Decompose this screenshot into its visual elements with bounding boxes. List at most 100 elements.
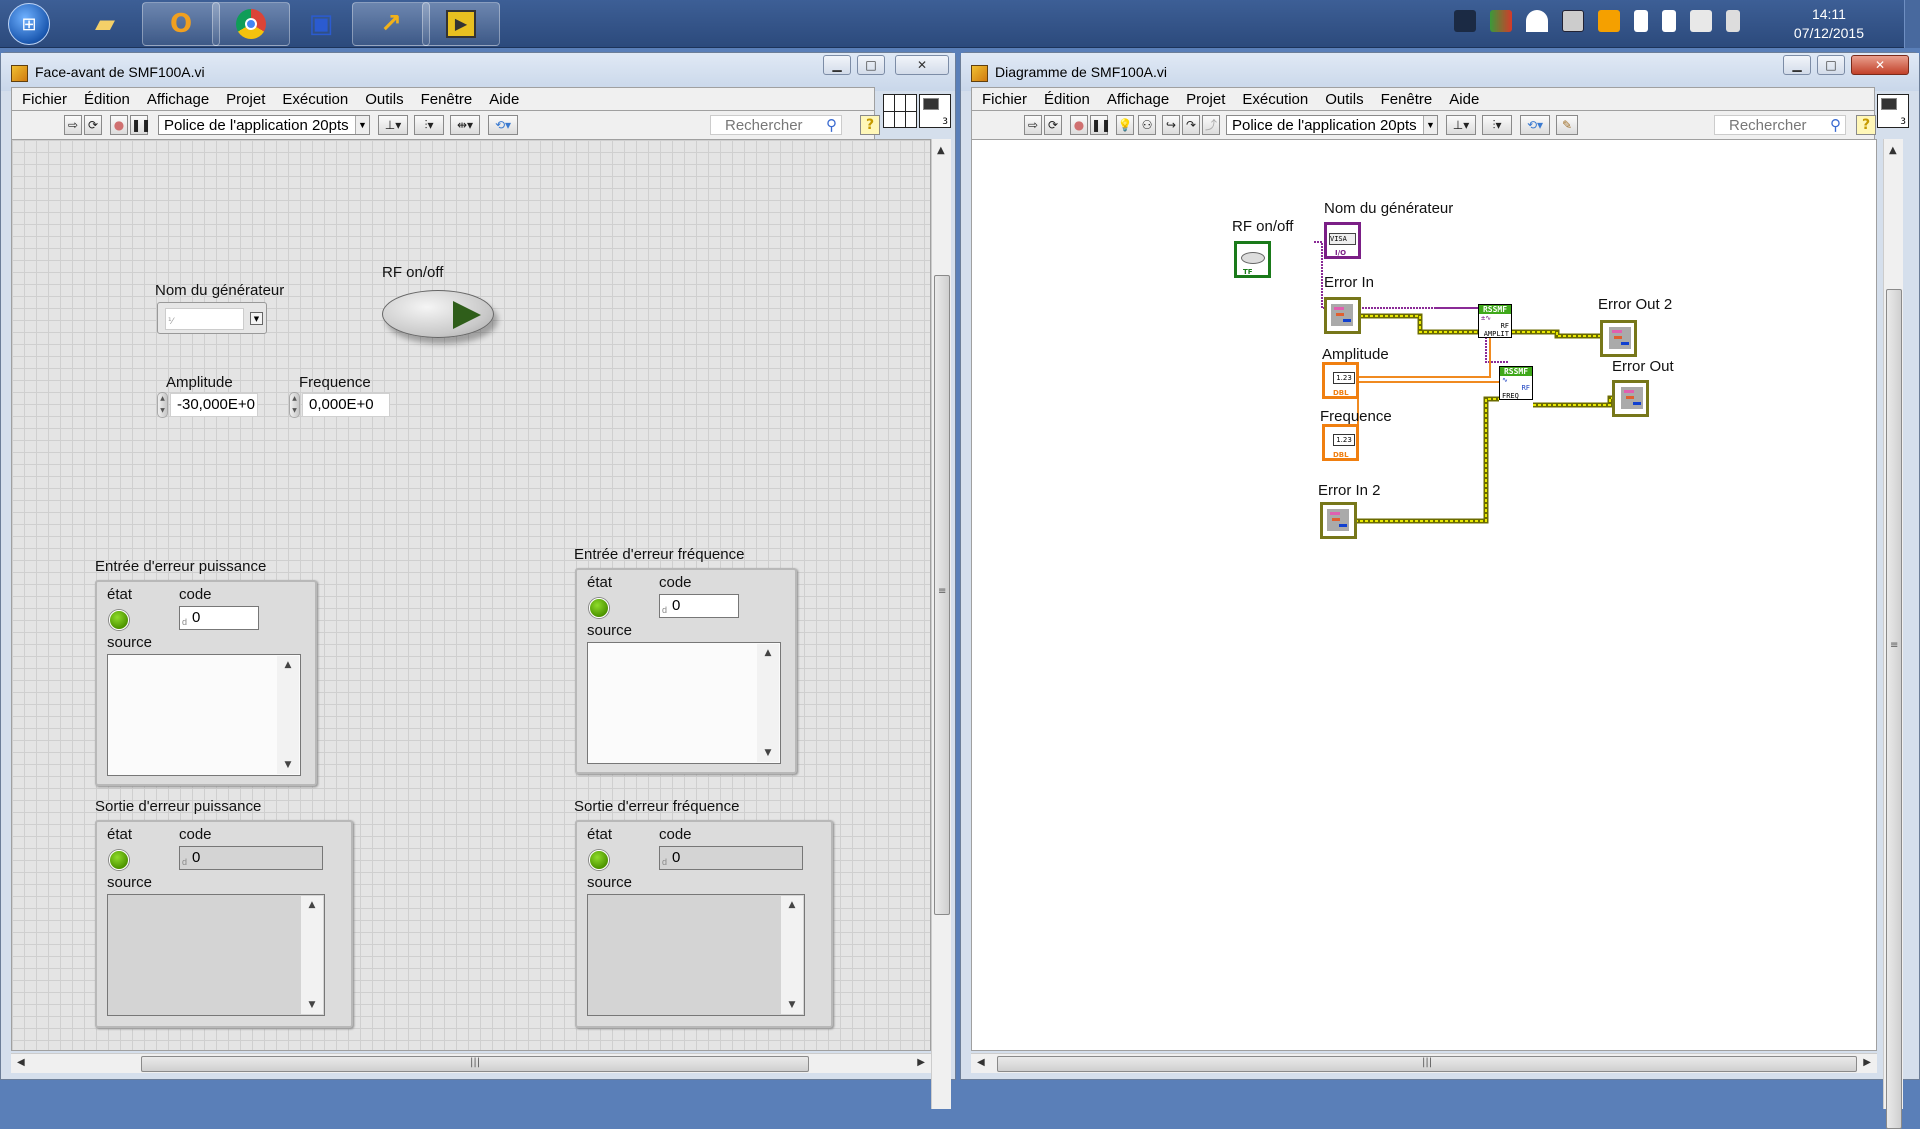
font-selector[interactable]: Police de l'application 20pts ▼ — [158, 115, 370, 135]
code-input[interactable]: d0 — [179, 606, 259, 630]
frequency-spinner[interactable]: ▲ ▼ — [289, 392, 300, 418]
taskbar-explorer[interactable]: ▰ — [66, 2, 144, 46]
vi-icon[interactable]: 3 — [919, 94, 951, 128]
power-icon[interactable] — [1662, 10, 1676, 32]
menu-execution[interactable]: Exécution — [1242, 91, 1308, 108]
retain-wire-values-button[interactable]: ⚇ — [1138, 115, 1156, 135]
code-input[interactable]: d0 — [659, 594, 739, 618]
close-button[interactable]: ✕ — [895, 55, 949, 75]
frequency-input[interactable]: 0,000E+0 — [302, 393, 390, 417]
menu-projet[interactable]: Projet — [1186, 91, 1225, 108]
font-selector[interactable]: Police de l'application 20pts ▼ — [1226, 115, 1438, 135]
display-icon[interactable] — [1454, 10, 1476, 32]
help-button[interactable]: ? — [1856, 115, 1876, 135]
taskbar-monitor[interactable]: ▣ — [282, 2, 360, 46]
reorder-button[interactable]: ⟲▾ — [1520, 115, 1550, 135]
horizontal-scrollbar[interactable]: ◀ ||| ▶ — [11, 1053, 931, 1073]
scroll-up-icon[interactable]: ▲ — [757, 648, 779, 658]
error-in2-terminal[interactable] — [1320, 502, 1357, 539]
menu-aide[interactable]: Aide — [489, 91, 519, 108]
error-out-terminal[interactable] — [1612, 380, 1649, 417]
taskbar-labview[interactable]: ▶ — [422, 2, 500, 46]
scroll-up-icon[interactable]: ▲ — [1889, 145, 1897, 156]
error-in-terminal[interactable] — [1324, 297, 1361, 334]
frequency-terminal[interactable]: 1.23 DBL — [1322, 424, 1359, 461]
scroll-down-icon[interactable]: ▼ — [277, 760, 299, 770]
scroll-down-icon[interactable]: ▼ — [781, 1000, 803, 1010]
source-scrollbar[interactable]: ▲ ▼ — [757, 644, 779, 762]
subvi-rf-amplitude[interactable]: RSSMF ±∿ RF AMPLIT — [1478, 304, 1512, 338]
flag-icon[interactable] — [1634, 10, 1648, 32]
reorder-button[interactable]: ⟲▾ — [488, 115, 518, 135]
amplitude-input[interactable]: -30,000E+0 — [170, 393, 258, 417]
minimize-button[interactable]: ▁ — [1783, 55, 1811, 75]
scroll-down-icon[interactable]: ▼ — [757, 748, 779, 758]
run-continuously-button[interactable]: ⟳ — [84, 115, 102, 135]
menu-fenetre[interactable]: Fenêtre — [1381, 91, 1433, 108]
maximize-button[interactable]: □ — [1817, 55, 1845, 75]
generator-input[interactable]: ⅟ — [165, 308, 244, 330]
scroll-right-icon[interactable]: ▶ — [917, 1057, 925, 1068]
step-over-button[interactable]: ↷ — [1182, 115, 1200, 135]
scroll-thumb[interactable]: ≡ — [934, 275, 950, 915]
step-into-button[interactable]: ↪ — [1162, 115, 1180, 135]
menu-fichier[interactable]: Fichier — [22, 91, 67, 108]
tablet-icon[interactable] — [1562, 10, 1584, 32]
start-button[interactable]: ⊞ — [8, 3, 50, 45]
scroll-up-icon[interactable]: ▲ — [301, 900, 323, 910]
align-button[interactable]: ⊥▾ — [1446, 115, 1476, 135]
search-input[interactable]: Rechercher ⚲ — [1714, 115, 1846, 135]
distribute-button[interactable]: ⫶▾ — [1482, 115, 1512, 135]
generator-dropdown-button[interactable]: ▼ — [250, 312, 263, 325]
resize-button[interactable]: ⇹▾ — [450, 115, 480, 135]
search-input[interactable]: Rechercher ⚲ — [710, 115, 842, 135]
menu-aide[interactable]: Aide — [1449, 91, 1479, 108]
scroll-right-icon[interactable]: ▶ — [1863, 1057, 1871, 1068]
menu-affichage[interactable]: Affichage — [1107, 91, 1169, 108]
scroll-thumb[interactable]: ||| — [141, 1056, 809, 1072]
clean-up-diagram-button[interactable]: ✎ — [1556, 115, 1578, 135]
menu-fichier[interactable]: Fichier — [982, 91, 1027, 108]
network-icon[interactable] — [1690, 10, 1712, 32]
menu-outils[interactable]: Outils — [1325, 91, 1363, 108]
subvi-rf-frequency[interactable]: RSSMF ∿ RF FREQ — [1499, 366, 1533, 400]
rf-terminal[interactable]: TF — [1234, 241, 1271, 278]
distribute-button[interactable]: ⫶▾ — [414, 115, 444, 135]
menu-affichage[interactable]: Affichage — [147, 91, 209, 108]
maximize-button[interactable]: □ — [857, 55, 885, 75]
taskbar-app[interactable]: ↗ — [352, 2, 430, 46]
abort-button[interactable]: ● — [1070, 115, 1088, 135]
title-bar[interactable]: Face-avant de SMF100A.vi ▁ □ ✕ — [1, 53, 955, 91]
menu-projet[interactable]: Projet — [226, 91, 265, 108]
pause-button[interactable]: ❚❚ — [1090, 115, 1111, 135]
amplitude-spinner[interactable]: ▲ ▼ — [157, 392, 168, 418]
vertical-scrollbar[interactable]: ▲ ≡ — [931, 139, 951, 1109]
source-textbox[interactable]: ▲ ▼ — [587, 642, 781, 764]
connector-pane[interactable] — [883, 94, 917, 128]
antivirus-icon[interactable] — [1490, 10, 1512, 32]
scroll-thumb[interactable]: ≡ — [1886, 289, 1902, 1129]
menu-execution[interactable]: Exécution — [282, 91, 348, 108]
minimize-button[interactable]: ▁ — [823, 55, 851, 75]
scroll-up-icon[interactable]: ▲ — [277, 660, 299, 670]
scroll-thumb[interactable]: ||| — [997, 1056, 1857, 1072]
menu-edition[interactable]: Édition — [84, 91, 130, 108]
source-scrollbar[interactable]: ▲ ▼ — [301, 896, 323, 1014]
status-led[interactable] — [109, 610, 129, 630]
scroll-down-icon[interactable]: ▼ — [301, 1000, 323, 1010]
abort-button[interactable]: ● — [110, 115, 128, 135]
help-button[interactable]: ? — [860, 115, 880, 135]
vi-icon[interactable]: 3 — [1877, 94, 1909, 128]
run-continuously-button[interactable]: ⟳ — [1044, 115, 1062, 135]
align-button[interactable]: ⊥▾ — [378, 115, 408, 135]
title-bar[interactable]: Diagramme de SMF100A.vi ▁ □ ✕ — [961, 53, 1919, 91]
taskbar-outlook[interactable]: O — [142, 2, 220, 46]
horizontal-scrollbar[interactable]: ◀ ||| ▶ — [971, 1053, 1877, 1073]
pause-button[interactable]: ❚❚ — [130, 115, 151, 135]
volume-icon[interactable] — [1726, 10, 1740, 32]
generator-visa-control[interactable]: ⅟ ▼ — [157, 302, 267, 334]
close-button[interactable]: ✕ — [1851, 55, 1909, 75]
run-button[interactable]: ⇨ — [1024, 115, 1042, 135]
vertical-scrollbar[interactable]: ▲ ≡ — [1883, 139, 1903, 1129]
scroll-up-icon[interactable]: ▲ — [781, 900, 803, 910]
